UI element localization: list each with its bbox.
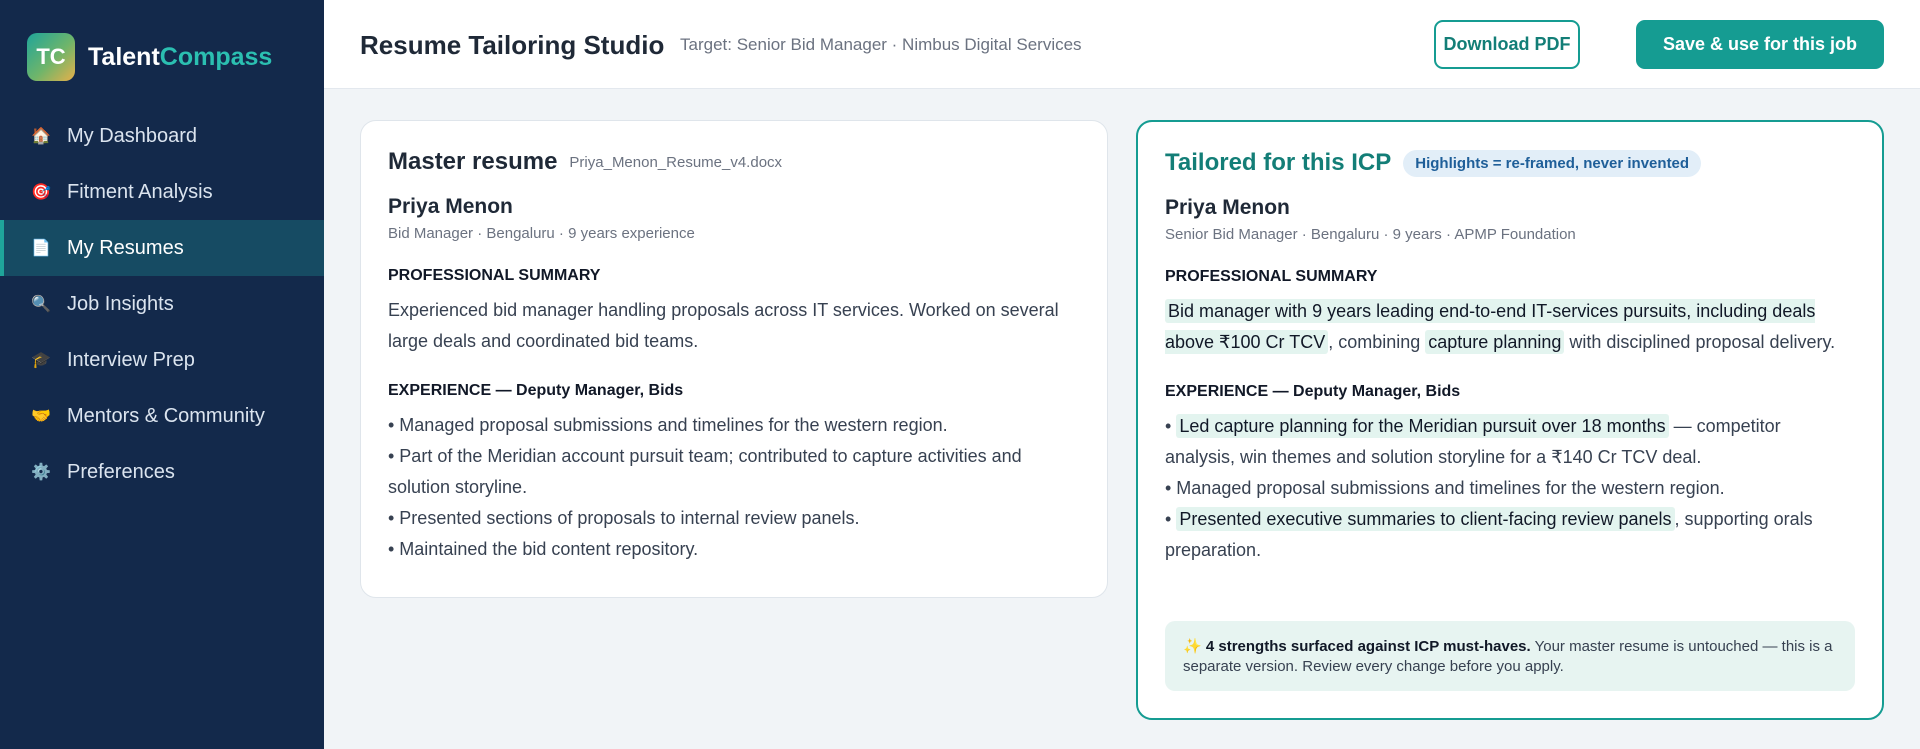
list-item: • Managed proposal submissions and timel…	[388, 415, 948, 435]
note-headline: 4 strengths surfaced against ICP must-ha…	[1205, 638, 1531, 655]
highlight-reframed: capture planning	[1425, 330, 1565, 354]
sidebar-item-my-resumes[interactable]: 📄 My Resumes	[0, 220, 324, 276]
brand-name: TalentCompass	[88, 42, 273, 71]
page-title: Resume Tailoring Studio	[360, 30, 665, 60]
candidate-meta: Bid Manager · Bengaluru · 9 years experi…	[388, 225, 695, 242]
magnifier-icon: 🔍	[31, 296, 51, 313]
list-item: • Maintained the bid content repository.	[388, 539, 699, 559]
top-bar: Resume Tailoring Studio Target: Senior B…	[324, 0, 1920, 89]
sidebar-item-label: My Dashboard	[67, 124, 198, 147]
sidebar-item-dashboard[interactable]: 🏠 My Dashboard	[0, 108, 324, 164]
sidebar-item-label: Mentors & Community	[67, 404, 265, 427]
summary-heading: PROFESSIONAL SUMMARY	[1165, 268, 1378, 285]
experience-bullets: • Managed proposal submissions and timel…	[388, 410, 1080, 565]
sidebar: TC TalentCompass 🏠 My Dashboard 🎯 Fitmen…	[0, 0, 324, 749]
brand-logo: TC	[27, 33, 75, 81]
list-item: • Managed proposal submissions and timel…	[1165, 478, 1725, 498]
strengths-note: ✨ 4 strengths surfaced against ICP must-…	[1165, 621, 1855, 691]
list-item: • Led capture planning for the Meridian …	[1165, 414, 1781, 467]
sidebar-item-interview-prep[interactable]: 🎓 Interview Prep	[0, 332, 324, 388]
sidebar-item-label: Preferences	[67, 460, 175, 483]
document-icon: 📄	[31, 240, 51, 257]
summary-text: Experienced bid manager handling proposa…	[388, 300, 1059, 351]
highlights-badge: Highlights = re-framed, never invented	[1403, 149, 1702, 177]
sparkle-icon: ✨	[1183, 638, 1202, 655]
candidate-name: Priya Menon	[1165, 196, 1290, 219]
highlight-reframed: Led capture planning for the Meridian pu…	[1176, 414, 1669, 438]
home-icon: 🏠	[31, 128, 51, 145]
brand[interactable]: TC TalentCompass	[27, 33, 272, 81]
candidate-meta: Senior Bid Manager · Bengaluru · 9 years…	[1165, 226, 1576, 243]
tailored-resume-card: Tailored for this ICP Highlights = re-fr…	[1136, 120, 1884, 720]
list-item: • Presented sections of proposals to int…	[388, 508, 860, 528]
summary-text: Bid manager with 9 years leading end-to-…	[1165, 299, 1836, 354]
handshake-icon: 🤝	[31, 408, 51, 425]
sidebar-item-label: Fitment Analysis	[67, 180, 213, 203]
experience-bullets: • Led capture planning for the Meridian …	[1165, 411, 1855, 566]
target-job-label: Target: Senior Bid Manager · Nimbus Digi…	[680, 35, 1082, 54]
gear-icon: ⚙️	[31, 464, 51, 481]
sidebar-item-fitment-analysis[interactable]: 🎯 Fitment Analysis	[0, 164, 324, 220]
candidate-name: Priya Menon	[388, 195, 513, 218]
master-resume-title: Master resume	[388, 148, 558, 175]
sidebar-item-mentors-community[interactable]: 🤝 Mentors & Community	[0, 388, 324, 444]
tailored-resume-title: Tailored for this ICP	[1165, 149, 1392, 176]
sidebar-item-label: Job Insights	[67, 292, 174, 315]
save-use-for-job-button[interactable]: Save & use for this job	[1636, 20, 1884, 69]
highlight-reframed: Presented executive summaries to client-…	[1176, 507, 1675, 531]
resume-filename: Priya_Menon_Resume_v4.docx	[569, 153, 783, 171]
sidebar-nav: 🏠 My Dashboard 🎯 Fitment Analysis 📄 My R…	[0, 108, 324, 500]
master-resume-card: Master resume Priya_Menon_Resume_v4.docx…	[360, 120, 1108, 598]
target-icon: 🎯	[31, 184, 51, 201]
summary-heading: PROFESSIONAL SUMMARY	[388, 267, 601, 284]
sidebar-item-preferences[interactable]: ⚙️ Preferences	[0, 444, 324, 500]
list-item: • Part of the Meridian account pursuit t…	[388, 446, 1022, 497]
experience-heading: EXPERIENCE — Deputy Manager, Bids	[388, 382, 684, 399]
sidebar-item-label: Interview Prep	[67, 348, 195, 371]
download-pdf-button[interactable]: Download PDF	[1434, 20, 1580, 69]
graduation-cap-icon: 🎓	[31, 352, 51, 369]
list-item: • Presented executive summaries to clien…	[1165, 507, 1813, 560]
experience-heading: EXPERIENCE — Deputy Manager, Bids	[1165, 383, 1461, 400]
sidebar-item-job-insights[interactable]: 🔍 Job Insights	[0, 276, 324, 332]
sidebar-item-label: My Resumes	[67, 236, 184, 259]
